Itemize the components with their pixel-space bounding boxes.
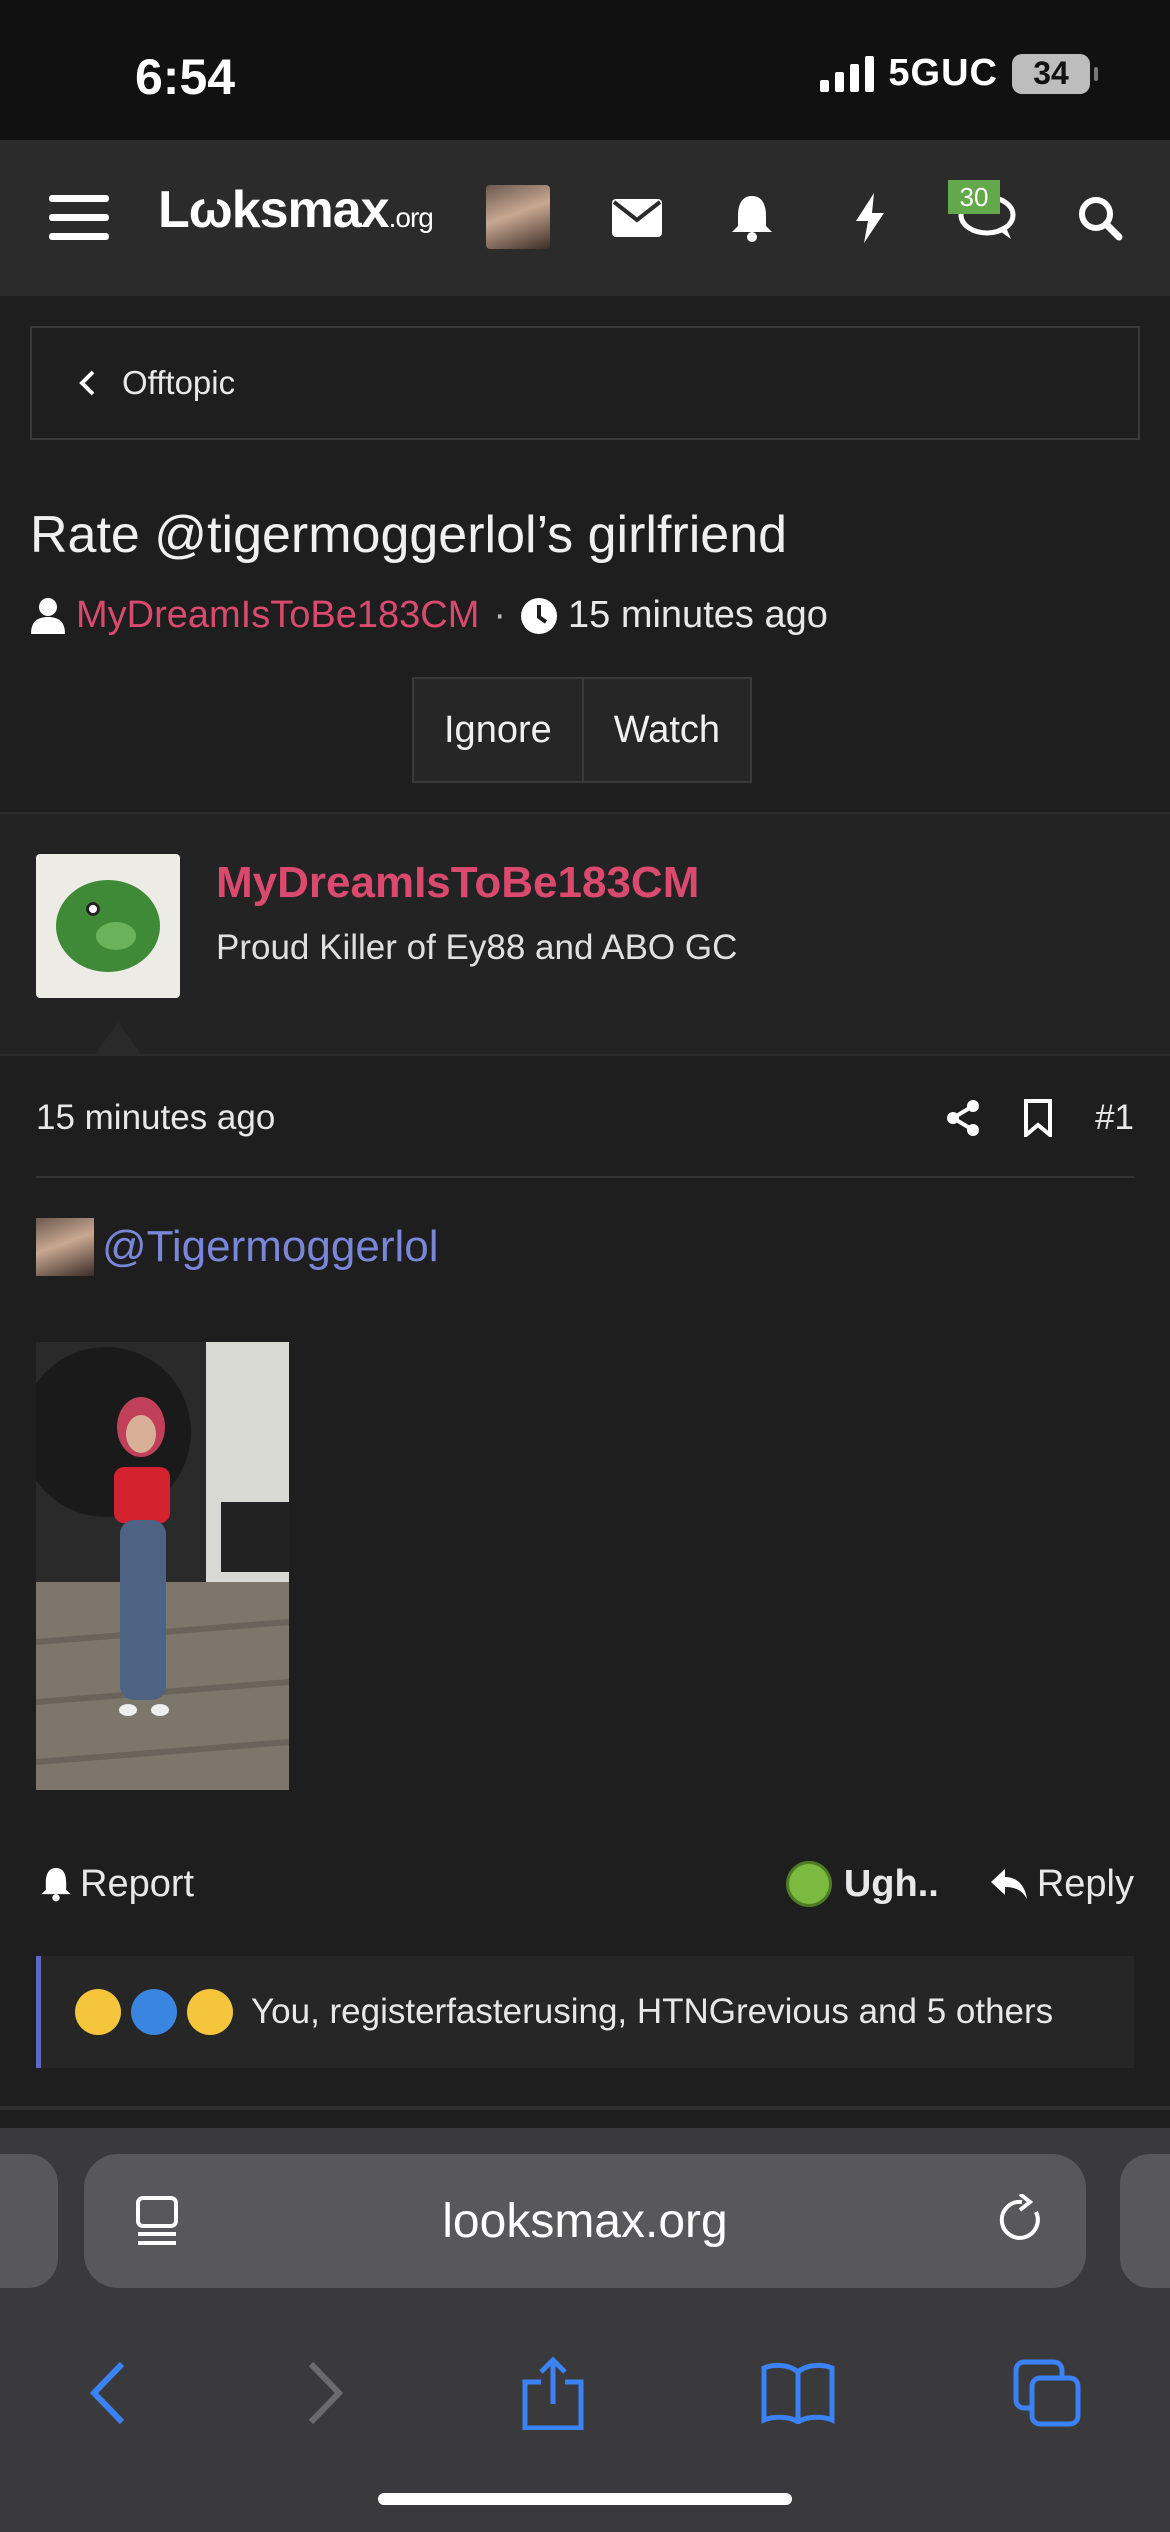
share-icon[interactable] bbox=[521, 2356, 585, 2430]
reply-label: Reply bbox=[1036, 1862, 1134, 1905]
reactions-summary[interactable]: You, registerfasterusing, HTNGrevious an… bbox=[36, 1956, 1134, 2068]
divider bbox=[0, 2106, 1170, 2110]
search-icon[interactable] bbox=[1068, 140, 1132, 296]
status-time: 6:54 bbox=[135, 49, 236, 105]
status-indicators: 5GUC 34 bbox=[820, 52, 1098, 95]
post-time[interactable]: 15 minutes ago bbox=[36, 1098, 275, 1138]
watch-button[interactable]: Watch bbox=[581, 679, 751, 781]
thread-actions: Ignore Watch bbox=[412, 677, 753, 783]
thread-author-link[interactable]: MyDreamIsToBe183CM bbox=[76, 594, 479, 637]
chevron-left-icon bbox=[79, 370, 95, 396]
reload-icon[interactable] bbox=[998, 2194, 1046, 2246]
reaction-label: Ugh.. bbox=[843, 1862, 939, 1905]
forward-arrow-icon[interactable] bbox=[305, 2360, 345, 2426]
site-logo[interactable]: Lωksmax.org bbox=[158, 180, 434, 240]
thumbs-up-icon bbox=[131, 1989, 177, 2035]
meta-separator: · bbox=[493, 594, 506, 636]
status-bar: 6:54 5GUC 34 bbox=[0, 0, 1170, 140]
bookmarks-book-icon[interactable] bbox=[761, 2362, 835, 2424]
astonished-face-icon bbox=[187, 1989, 233, 2035]
reader-page-icon[interactable] bbox=[134, 2196, 180, 2246]
logo-text: Lωksmax bbox=[158, 181, 390, 239]
mention-row[interactable]: @Tigermoggerlol bbox=[36, 1218, 439, 1276]
ignore-button[interactable]: Ignore bbox=[414, 679, 582, 781]
browser-nav-buttons bbox=[0, 2318, 1170, 2468]
thread-meta: MyDreamIsToBe183CM · 15 minutes ago bbox=[30, 594, 828, 637]
bell-icon bbox=[41, 1868, 71, 1902]
hamburger-menu-icon[interactable] bbox=[44, 140, 114, 296]
browser-toolbar: looksmax.org bbox=[0, 2128, 1170, 2532]
report-label: Report bbox=[80, 1862, 195, 1905]
bookmark-icon[interactable] bbox=[1023, 1099, 1053, 1137]
tears-of-joy-icon bbox=[75, 1989, 121, 2035]
envelope-icon[interactable] bbox=[605, 140, 669, 296]
breadcrumb[interactable]: Offtopic bbox=[30, 326, 1140, 440]
logo-suffix: .org bbox=[388, 202, 434, 233]
battery-icon: 34 bbox=[1012, 53, 1098, 94]
pig-avatar-image bbox=[56, 880, 160, 972]
reply-arrow-icon bbox=[990, 1869, 1027, 1899]
mention-link[interactable]: @Tigermoggerlol bbox=[102, 1222, 439, 1272]
back-arrow-icon[interactable] bbox=[88, 2360, 128, 2426]
post-number[interactable]: #1 bbox=[1095, 1098, 1134, 1138]
home-indicator bbox=[378, 2493, 792, 2505]
post-author-avatar[interactable] bbox=[36, 854, 180, 998]
post-image[interactable] bbox=[36, 1342, 289, 1790]
report-button[interactable]: Report bbox=[40, 1863, 194, 1906]
user-icon bbox=[31, 597, 65, 634]
clock-icon bbox=[521, 597, 557, 634]
chat-icon[interactable] bbox=[952, 140, 1022, 296]
next-tab-preview[interactable] bbox=[1120, 2154, 1170, 2288]
header-caret bbox=[94, 1022, 142, 1056]
signal-icon bbox=[820, 55, 875, 92]
network-label: 5GUC bbox=[888, 52, 998, 94]
post-username[interactable]: MyDreamIsToBe183CM bbox=[216, 858, 699, 908]
mention-avatar bbox=[36, 1218, 94, 1276]
post-meta-row: 15 minutes ago #1 bbox=[36, 1060, 1134, 1178]
thread-time[interactable]: 15 minutes ago bbox=[568, 594, 828, 637]
reaction-button[interactable]: Ugh.. bbox=[785, 1861, 939, 1907]
lightning-icon[interactable] bbox=[838, 140, 902, 296]
tabs-icon[interactable] bbox=[1012, 2358, 1082, 2428]
bell-icon[interactable] bbox=[720, 140, 784, 296]
thread-title: Rate @tigermoggerlol’s girlfriend bbox=[30, 506, 788, 564]
top-navigation: Lωksmax.org 30 bbox=[0, 140, 1170, 296]
post-user-title: Proud Killer of Ey88 and ABO GC bbox=[216, 928, 738, 967]
sick-face-icon bbox=[785, 1861, 832, 1907]
previous-tab-preview[interactable] bbox=[0, 2154, 58, 2288]
reply-button[interactable]: Reply bbox=[989, 1863, 1134, 1906]
post-actions: Report Ugh.. Reply bbox=[40, 1848, 1134, 1920]
reactions-text: You, registerfasterusing, HTNGrevious an… bbox=[251, 1992, 1054, 2031]
chat-count-badge: 30 bbox=[948, 180, 1000, 214]
breadcrumb-label: Offtopic bbox=[122, 364, 236, 401]
post-image-graphic bbox=[36, 1342, 289, 1790]
account-avatar[interactable] bbox=[486, 185, 550, 249]
url-text: looksmax.org bbox=[442, 2194, 728, 2248]
address-bar[interactable]: looksmax.org bbox=[84, 2154, 1086, 2288]
share-icon[interactable] bbox=[945, 1099, 981, 1137]
